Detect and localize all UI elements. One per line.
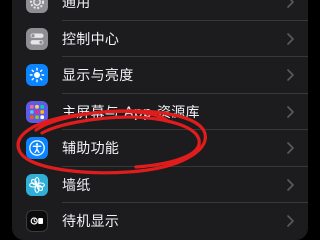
settings-row-label: 显示与亮度 bbox=[62, 68, 134, 85]
chevron-right-icon bbox=[287, 32, 294, 45]
settings-list: 通用 控制中心 显示与亮度 主屏幕与 App 资源库 辅助功能 墙纸 待机显示 bbox=[12, 0, 308, 240]
gear-icon bbox=[26, 0, 48, 14]
chevron-right-icon bbox=[287, 215, 294, 228]
sun-icon bbox=[26, 64, 48, 87]
settings-row-label: 待机显示 bbox=[62, 214, 120, 231]
settings-row-label: 主屏幕与 App 资源库 bbox=[62, 104, 200, 121]
standby-icon bbox=[26, 210, 48, 233]
settings-row-label: 辅助功能 bbox=[62, 141, 120, 158]
settings-row-general[interactable]: 通用 bbox=[12, 0, 308, 21]
settings-row-label: 通用 bbox=[62, 0, 91, 12]
settings-row-home-screen[interactable]: 主屏幕与 App 资源库 bbox=[12, 94, 308, 130]
chevron-right-icon bbox=[287, 178, 294, 191]
settings-row-wallpaper[interactable]: 墙纸 bbox=[12, 167, 308, 203]
flower-icon bbox=[26, 173, 48, 196]
chevron-right-icon bbox=[287, 105, 294, 118]
app-grid-icon bbox=[26, 100, 48, 123]
settings-row-accessibility[interactable]: 辅助功能 bbox=[12, 130, 308, 167]
chevron-right-icon bbox=[287, 0, 294, 9]
settings-row-label: 控制中心 bbox=[62, 31, 120, 48]
settings-row-standby[interactable]: 待机显示 bbox=[12, 203, 308, 240]
toggles-icon bbox=[26, 27, 48, 50]
settings-row-label: 墙纸 bbox=[62, 177, 91, 194]
accessibility-icon bbox=[26, 137, 48, 160]
chevron-right-icon bbox=[287, 142, 294, 155]
settings-screen: 通用 控制中心 显示与亮度 主屏幕与 App 资源库 辅助功能 墙纸 待机显示 bbox=[0, 0, 320, 240]
chevron-right-icon bbox=[287, 69, 294, 82]
settings-row-control-center[interactable]: 控制中心 bbox=[12, 21, 308, 57]
settings-row-display-brightness[interactable]: 显示与亮度 bbox=[12, 57, 308, 94]
